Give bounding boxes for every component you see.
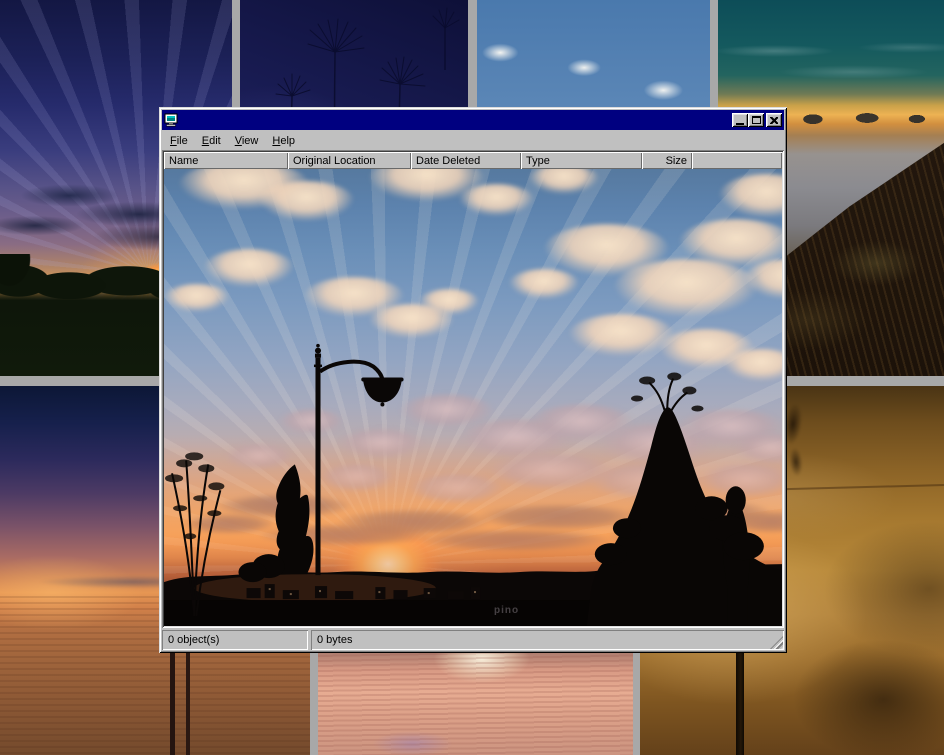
status-objects-panel: 0 object(s) xyxy=(162,630,308,650)
water-pole xyxy=(186,652,190,755)
menu-bar: FileEditViewHelp xyxy=(162,131,784,150)
menu-item-help[interactable]: Help xyxy=(265,133,302,149)
menu-item-file[interactable]: File xyxy=(163,133,195,149)
lamp-pole-background xyxy=(736,651,744,755)
desktop-wallpaper-collage: FileEditViewHelp Name Original Location Da… xyxy=(0,0,944,755)
window-controls xyxy=(732,113,782,127)
close-button[interactable] xyxy=(766,113,782,127)
column-header-name[interactable]: Name xyxy=(164,152,288,169)
water-pole xyxy=(170,648,175,755)
column-header-type[interactable]: Type xyxy=(521,152,642,169)
minimize-button[interactable] xyxy=(732,113,748,127)
column-header-label: Type xyxy=(526,155,550,167)
list-view-photo-background[interactable]: pino xyxy=(164,169,782,626)
status-bar: 0 object(s) 0 bytes xyxy=(162,630,784,650)
title-bar[interactable] xyxy=(162,110,784,130)
column-header-label: Name xyxy=(169,155,198,167)
column-header-size[interactable]: Size xyxy=(642,152,692,169)
minimize-icon xyxy=(736,123,744,125)
column-header-row: Name Original Location Date Deleted Type Siz… xyxy=(164,152,782,169)
maximize-icon xyxy=(752,116,761,124)
menu-item-edit[interactable]: Edit xyxy=(195,133,228,149)
recycle-bin-window: FileEditViewHelp Name Original Location Da… xyxy=(159,107,787,653)
status-bytes-panel: 0 bytes xyxy=(311,630,784,650)
list-view-client: Name Original Location Date Deleted Type Siz… xyxy=(162,150,784,628)
column-header-original-location[interactable]: Original Location xyxy=(288,152,411,169)
menu-item-view[interactable]: View xyxy=(228,133,266,149)
maximize-button[interactable] xyxy=(748,113,764,127)
column-header-label: Original Location xyxy=(293,155,376,167)
column-header-date-deleted[interactable]: Date Deleted xyxy=(411,152,521,169)
wispy-clouds xyxy=(718,30,944,100)
column-header-label: Size xyxy=(666,155,687,167)
silhouette-layer xyxy=(164,169,782,626)
column-header-label: Date Deleted xyxy=(416,155,480,167)
status-bytes-text: 0 bytes xyxy=(317,634,352,646)
branch-wisp xyxy=(786,443,806,480)
computer-icon xyxy=(164,113,178,127)
column-header-blank[interactable] xyxy=(692,152,782,169)
street-lamp-silhouette xyxy=(314,344,404,575)
close-icon xyxy=(770,117,778,124)
photo-watermark: pino xyxy=(494,605,519,616)
status-objects-text: 0 object(s) xyxy=(168,634,219,646)
